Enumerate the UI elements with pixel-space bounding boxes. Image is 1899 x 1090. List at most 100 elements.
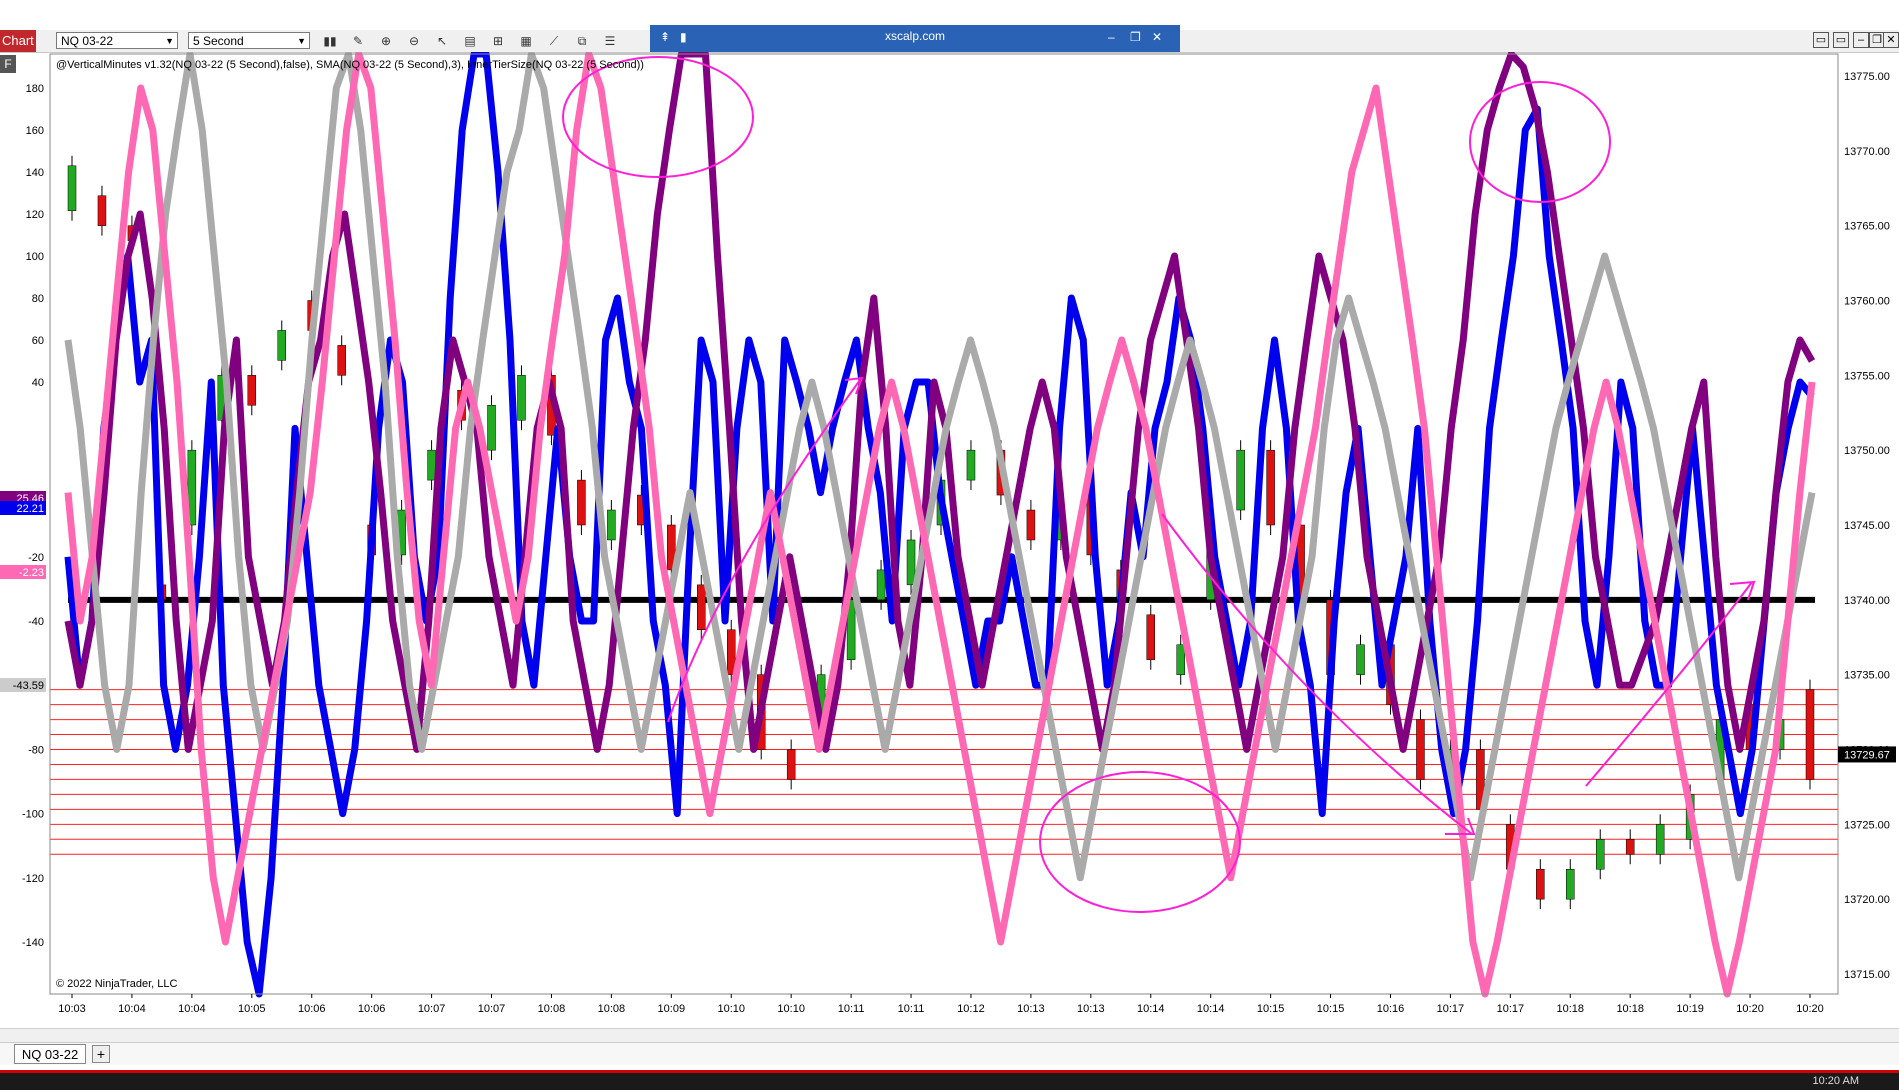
x-tick-label: 10:06 — [298, 1003, 326, 1015]
x-tick-label: 10:07 — [418, 1003, 446, 1015]
strategies-icon[interactable]: ▦ — [518, 33, 534, 49]
x-tick-label: 10:18 — [1616, 1003, 1644, 1015]
data-box-icon[interactable]: ▤ — [462, 33, 478, 49]
x-tick-label: 10:14 — [1197, 1003, 1225, 1015]
right-tick-label: 13760.00 — [1844, 296, 1890, 308]
left-tick-label: -100 — [22, 809, 44, 821]
x-tick-label: 10:14 — [1137, 1003, 1165, 1015]
marker-value: -2.23 — [19, 567, 44, 579]
instrument-tabstrip: NQ 03-22 + — [0, 1042, 1899, 1065]
x-tick-label: 10:10 — [777, 1003, 805, 1015]
x-tick-label: 10:19 — [1676, 1003, 1704, 1015]
left-tick-label: 100 — [26, 251, 44, 263]
x-tick-label: 10:07 — [478, 1003, 506, 1015]
candle-body — [1566, 868, 1575, 900]
x-tick-label: 10:18 — [1557, 1003, 1585, 1015]
annotation-circle — [562, 56, 754, 178]
candle-body — [1176, 644, 1185, 675]
chevron-down-icon: ▼ — [165, 36, 174, 46]
candle-body — [906, 539, 916, 586]
x-tick-label: 10:04 — [118, 1003, 146, 1015]
right-tick-label: 13755.00 — [1844, 370, 1890, 382]
x-tick-label: 10:20 — [1736, 1003, 1764, 1015]
add-tab-button[interactable]: + — [92, 1045, 110, 1063]
candle-body — [337, 345, 346, 376]
x-tick-label: 10:13 — [1077, 1003, 1105, 1015]
tile-icon[interactable]: ▭ — [1833, 32, 1849, 48]
properties-icon[interactable]: ☰ — [602, 33, 618, 49]
candle-body — [1655, 824, 1665, 855]
candle-body — [876, 569, 886, 601]
right-tick-label: 13775.00 — [1844, 71, 1890, 83]
instrument-selector[interactable]: NQ 03-22 ▼ — [56, 32, 178, 49]
marker-value: -43.59 — [13, 680, 44, 692]
candle-body — [517, 375, 526, 421]
pointer-icon[interactable]: ↖ — [434, 33, 450, 49]
x-tick-label: 10:20 — [1796, 1003, 1824, 1015]
x-tick-label: 10:05 — [238, 1003, 266, 1015]
candle-body — [487, 405, 496, 451]
zoom-in-icon[interactable]: ⊕ — [378, 33, 394, 49]
candle-body — [1625, 839, 1635, 855]
x-tick-label: 10:08 — [538, 1003, 566, 1015]
taskbar: 10:20 AM — [0, 1070, 1899, 1090]
instrument-tab[interactable]: NQ 03-22 — [14, 1044, 86, 1064]
drawing-icon[interactable]: ⟋ — [546, 33, 562, 49]
x-tick-label: 10:16 — [1377, 1003, 1405, 1015]
instrument-value: NQ 03-22 — [61, 34, 114, 48]
close-icon[interactable]: ✕ — [1152, 30, 1162, 44]
minimize-icon[interactable]: – — [1853, 32, 1869, 48]
x-tick-label: 10:09 — [658, 1003, 686, 1015]
right-tick-label: 13745.00 — [1844, 520, 1890, 532]
interval-selector[interactable]: 5 Second ▼ — [188, 32, 310, 49]
x-tick-label: 10:08 — [598, 1003, 626, 1015]
candle-body — [67, 165, 77, 211]
chart-tab[interactable]: Chart — [0, 30, 36, 52]
x-tick-label: 10:15 — [1257, 1003, 1285, 1015]
candle-body — [786, 749, 796, 780]
right-tick-label: 13725.00 — [1844, 819, 1890, 831]
left-tick-label: 160 — [26, 125, 44, 137]
x-tick-label: 10:17 — [1497, 1003, 1525, 1015]
price-marker-value: 13729.67 — [1844, 749, 1890, 761]
bar-type-icon[interactable]: ▮▮ — [322, 33, 338, 49]
tile-icon[interactable]: ▭ — [1813, 32, 1829, 48]
right-tick-label: 13720.00 — [1844, 894, 1890, 906]
right-tick-label: 13770.00 — [1844, 146, 1890, 158]
x-tick-label: 10:11 — [838, 1003, 865, 1015]
candle-body — [1236, 449, 1245, 511]
chart-trader-icon[interactable]: ⧉ — [574, 33, 590, 49]
x-tick-label: 10:03 — [58, 1003, 86, 1015]
candle-body — [697, 584, 706, 631]
candle-body — [427, 449, 436, 481]
indicators-icon[interactable]: ⊞ — [490, 33, 506, 49]
x-tick-label: 10:13 — [1017, 1003, 1045, 1015]
minimize-icon[interactable]: – — [1108, 30, 1115, 44]
price-chart[interactable]: 180160140120100806040-20-40-60-80-100-12… — [0, 52, 1899, 1028]
close-icon[interactable]: ✕ — [1883, 32, 1899, 48]
x-tick-label: 10:12 — [957, 1003, 985, 1015]
candle-body — [607, 509, 616, 541]
clock: 10:20 AM — [1812, 1075, 1859, 1087]
right-tick-label: 13765.00 — [1844, 221, 1890, 233]
pencil-icon[interactable]: ✎ — [350, 33, 366, 49]
marker-value: 22.21 — [16, 503, 44, 515]
candle-body — [1416, 719, 1425, 780]
interval-value: 5 Second — [193, 34, 244, 48]
candle-body — [1146, 614, 1156, 660]
x-tick-label: 10:04 — [178, 1003, 206, 1015]
left-tick-label: -20 — [28, 552, 44, 564]
restore-icon[interactable]: ❐ — [1130, 30, 1141, 44]
x-tick-label: 10:17 — [1437, 1003, 1465, 1015]
horizontal-scrollbar[interactable] — [0, 1028, 1899, 1043]
x-tick-label: 10:10 — [717, 1003, 745, 1015]
candle-body — [1266, 449, 1275, 526]
zoom-out-icon[interactable]: ⊖ — [406, 33, 422, 49]
x-tick-label: 10:06 — [358, 1003, 386, 1015]
indicator-label: @VerticalMinutes v1.32(NQ 03-22 (5 Secon… — [56, 59, 644, 71]
right-tick-label: 13750.00 — [1844, 445, 1890, 457]
candle-body — [1026, 509, 1036, 541]
window-title-bar[interactable]: ⇞ ▮ xscalp.com – ❐ ✕ — [650, 25, 1180, 52]
candle-body — [966, 449, 976, 481]
left-tick-label: -120 — [22, 873, 44, 885]
